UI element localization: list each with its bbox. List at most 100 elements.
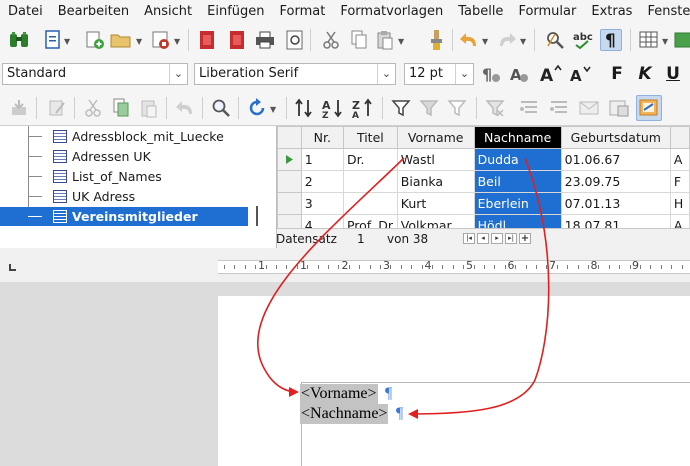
table-row[interactable]: 2 Bianka Beil 23.09.75 F	[277, 170, 690, 193]
menu-formular[interactable]: Formular	[510, 4, 583, 19]
table-cell[interactable]	[342, 170, 398, 193]
data-source-item[interactable]: UK Adress	[0, 187, 248, 206]
increase-font-icon[interactable]: A	[540, 63, 562, 85]
record-number-field[interactable]: 1	[357, 232, 365, 246]
chevron-down-icon[interactable]: ▼	[64, 37, 70, 46]
menu-datei[interactable]: Datei	[0, 4, 50, 19]
column-header[interactable]: Nr.	[300, 126, 344, 149]
chevron-down-icon[interactable]: ▼	[270, 105, 276, 114]
formatting-marks-icon[interactable]: ¶	[600, 29, 622, 51]
last-record-button[interactable]: ▸|	[505, 233, 517, 244]
font-size-combo[interactable]: 12 pt ⌄	[404, 63, 474, 85]
explorer-on-off-icon[interactable]	[636, 95, 662, 121]
previous-record-button[interactable]: ◂	[477, 233, 489, 244]
cut-icon[interactable]	[82, 97, 104, 119]
table-cell[interactable]: H	[669, 192, 690, 215]
paste-icon[interactable]	[138, 97, 160, 119]
find-replace-icon[interactable]	[544, 29, 566, 51]
clone-formatting-icon[interactable]	[426, 29, 448, 51]
menu-fenster[interactable]: Fenster	[639, 4, 690, 19]
column-header[interactable]: Vorname	[396, 126, 475, 149]
data-to-text-icon[interactable]	[8, 97, 30, 119]
row-header[interactable]	[277, 192, 302, 215]
insert-image-icon[interactable]	[672, 29, 690, 51]
chevron-down-icon[interactable]: ▼	[520, 37, 526, 46]
table-cell[interactable]	[342, 192, 398, 215]
chevron-down-icon[interactable]: ▼	[136, 37, 142, 46]
navigator-icon[interactable]	[8, 29, 30, 51]
row-header[interactable]	[277, 170, 302, 193]
decrease-font-icon[interactable]: A	[570, 63, 592, 85]
copy-icon[interactable]	[348, 29, 370, 51]
source-of-current-document-icon[interactable]	[608, 97, 630, 119]
data-source-item[interactable]: List_of_Names	[0, 167, 248, 186]
table-cell[interactable]: 23.09.75	[560, 170, 671, 193]
redo-icon[interactable]	[496, 29, 518, 51]
print-icon[interactable]	[254, 29, 276, 51]
save-icon[interactable]	[150, 29, 172, 51]
menu-tabelle[interactable]: Tabelle	[450, 4, 510, 19]
column-header[interactable]: Titel	[342, 126, 398, 149]
table-cell[interactable]: 07.01.13	[560, 192, 671, 215]
next-record-button[interactable]: ▸	[491, 233, 503, 244]
sort-icon[interactable]	[294, 97, 316, 119]
export-directly-pdf-icon[interactable]	[226, 29, 248, 51]
templates-icon[interactable]	[84, 29, 106, 51]
menu-bearbeiten[interactable]: Bearbeiten	[50, 4, 136, 19]
standard-filter-icon[interactable]	[446, 97, 468, 119]
table-cell-selected[interactable]: Dudda	[473, 148, 562, 171]
table-cell[interactable]: F	[669, 170, 690, 193]
copy-icon[interactable]	[110, 97, 132, 119]
undo-icon[interactable]	[174, 97, 196, 119]
table-row[interactable]: 3 Kurt Eberlein 07.01.13 H	[277, 192, 690, 215]
chevron-down-icon[interactable]: ▼	[174, 37, 180, 46]
table-row[interactable]: 1 Dr. Wastl Dudda 01.06.67 A	[277, 148, 690, 171]
menu-einfuegen[interactable]: Einfügen	[199, 4, 271, 19]
mail-merge-field-nachname[interactable]: <Nachname>	[300, 404, 389, 424]
sort-ascending-icon[interactable]: AZ	[322, 97, 344, 119]
table-cell[interactable]: 2	[300, 170, 344, 193]
reset-filter-icon[interactable]	[484, 97, 506, 119]
cut-icon[interactable]	[320, 29, 342, 51]
mail-merge-field-vorname[interactable]: <Vorname>	[300, 384, 378, 404]
column-header[interactable]: Geburtsdatum	[560, 126, 671, 149]
table-cell[interactable]: Bianka	[396, 170, 475, 193]
new-style-icon[interactable]: A	[508, 63, 530, 85]
chevron-down-icon[interactable]: ⌄	[455, 64, 473, 84]
chevron-down-icon[interactable]: ▼	[482, 37, 488, 46]
table-cell[interactable]: 1	[300, 148, 344, 171]
column-header-selected[interactable]: Nachname	[473, 126, 562, 149]
table-cell-selected[interactable]: Beil	[473, 170, 562, 193]
menu-format[interactable]: Format	[272, 4, 333, 19]
table-cell[interactable]: 01.06.67	[560, 148, 671, 171]
table-cell-selected[interactable]: Eberlein	[473, 192, 562, 215]
underline-button[interactable]: U	[664, 63, 682, 85]
paste-icon[interactable]	[374, 29, 396, 51]
menu-ansicht[interactable]: Ansicht	[136, 4, 199, 19]
document-page[interactable]	[218, 296, 690, 466]
table-cell[interactable]: Dr.	[342, 148, 398, 171]
chevron-down-icon[interactable]: ⌄	[377, 64, 395, 84]
current-row-indicator[interactable]	[277, 148, 302, 171]
find-record-icon[interactable]	[210, 97, 232, 119]
mail-merge-icon[interactable]	[578, 97, 600, 119]
table-cell[interactable]: Wastl	[396, 148, 475, 171]
chevron-down-icon[interactable]: ▼	[662, 37, 668, 46]
menu-formatvorlagen[interactable]: Formatvorlagen	[332, 4, 450, 19]
font-name-combo[interactable]: Liberation Serif ⌄	[194, 63, 396, 85]
autofilter-icon[interactable]	[390, 97, 412, 119]
new-document-icon[interactable]	[42, 29, 64, 51]
chevron-down-icon[interactable]: ▼	[398, 37, 404, 46]
update-style-icon[interactable]: ¶	[480, 63, 502, 85]
paragraph-style-combo[interactable]: Standard ⌄	[2, 63, 188, 85]
export-pdf-icon[interactable]	[196, 29, 218, 51]
column-header[interactable]	[669, 126, 690, 149]
tab-stop-icon[interactable]	[9, 264, 16, 271]
panel-splitter[interactable]	[256, 206, 258, 226]
italic-button[interactable]: K	[636, 63, 654, 85]
data-to-fields-icon[interactable]	[518, 97, 540, 119]
spelling-icon[interactable]: abc	[572, 29, 594, 51]
first-record-button[interactable]: |◂	[463, 233, 475, 244]
refresh-icon[interactable]	[246, 97, 268, 119]
menu-extras[interactable]: Extras	[583, 4, 639, 19]
